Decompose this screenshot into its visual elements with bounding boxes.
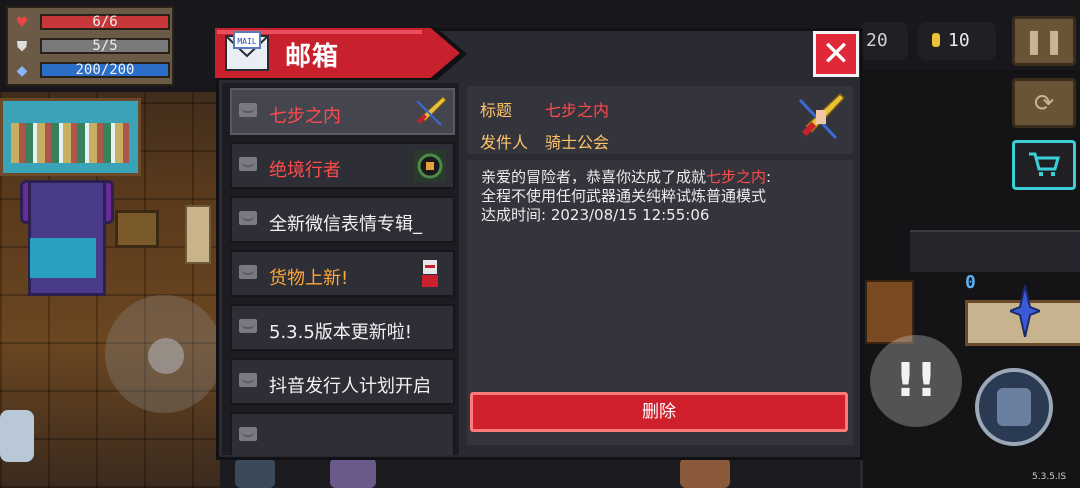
gold-count: 10	[948, 30, 970, 51]
body-line-2: 全程不使用任何武器通关纯粹试炼普通模式	[481, 187, 767, 205]
wooden-crate	[865, 280, 914, 344]
gem-count: 20	[866, 30, 888, 51]
hero-avatar	[997, 388, 1031, 426]
close-icon: ✕	[821, 34, 851, 74]
hp-bar: 6/6	[40, 14, 170, 30]
envelope-icon	[239, 103, 257, 117]
mail-item[interactable]: 绝境行者	[230, 142, 455, 189]
vending-machine-panel	[30, 238, 96, 278]
close-button[interactable]: ✕	[813, 31, 859, 77]
star-weapon-icon	[1010, 285, 1040, 337]
pet-creature	[0, 410, 34, 462]
heart-icon: ♥	[15, 15, 29, 31]
mail-item[interactable]: 七步之内	[230, 88, 455, 135]
mail-body-text: 亲爱的冒险者，恭喜你达成了成就七步之内: 全程不使用任何武器通关纯粹试炼普通模式…	[481, 168, 841, 225]
joystick-knob[interactable]	[148, 338, 184, 374]
dialog-title: 邮箱	[285, 42, 340, 72]
envelope-icon	[239, 373, 257, 387]
envelope-icon	[239, 427, 257, 441]
mail-item[interactable]: 5.3.5版本更新啦!	[230, 304, 455, 351]
envelope-icon	[239, 319, 257, 333]
diamond-icon: ◆	[16, 63, 28, 79]
title-label: 标题	[480, 101, 513, 120]
envelope-icon	[239, 157, 257, 171]
version-label: 5.3.5.IS	[1032, 472, 1067, 482]
envelope-icon	[239, 211, 257, 225]
shield-icon: ⛊	[16, 39, 28, 55]
body-line-1: 亲爱的冒险者，恭喜你达成了成就七步之内:	[481, 168, 772, 186]
sword-icon	[798, 92, 846, 140]
mail-item-label: 绝境行者	[269, 160, 341, 181]
treasure-chest	[115, 210, 159, 248]
sender-value: 骑士公会	[545, 133, 610, 152]
mail-item-label: 货物上新!	[269, 268, 349, 289]
character-sprite	[330, 458, 376, 488]
sender-label: 发件人	[480, 133, 529, 152]
cart-icon	[1029, 152, 1060, 176]
pause-icon: ❚❚	[1023, 27, 1065, 55]
achievement-name: 七步之内	[706, 168, 767, 186]
mail-item[interactable]: 货物上新!	[230, 250, 455, 297]
swap-icon: ⟳	[1033, 89, 1055, 117]
wall-poster	[0, 98, 141, 176]
mailbox-icon: MAIL	[225, 31, 269, 71]
svg-text:MAIL: MAIL	[237, 37, 256, 46]
mail-item[interactable]: 抖音发行人计划开启	[230, 358, 455, 405]
mail-item[interactable]: 全新微信表情专辑_	[230, 196, 455, 243]
sword-icon	[416, 96, 447, 126]
character-sprite	[235, 458, 275, 488]
energy-bar: 200/200	[40, 62, 170, 78]
attack-button[interactable]: !!	[870, 335, 962, 427]
stone-pillar	[185, 205, 211, 264]
character-sprite	[680, 458, 730, 488]
gem-counter: 20	[860, 22, 908, 60]
armor-bar: 5/5	[40, 38, 170, 54]
swap-weapon-button[interactable]: ⟳	[1012, 78, 1076, 128]
gold-counter: 10	[918, 22, 996, 60]
delete-button[interactable]: 删除	[470, 392, 848, 432]
mail-item-label: 七步之内	[269, 106, 341, 127]
body-line-3: 达成时间: 2023/08/15 12:55:06	[481, 206, 710, 224]
merchant-icon	[422, 260, 438, 287]
mail-item-label: 5.3.5版本更新啦!	[269, 322, 413, 343]
mail-list[interactable]: 七步之内 绝境行者 全新微信表情专辑_ 货物上新! 5.3.5版本更新啦! 抖音…	[222, 83, 459, 455]
status-panel: ♥ 6/6 ⛊ 5/5 ◆ 200/200	[6, 6, 174, 86]
weapon-slot-icon: 0	[965, 272, 976, 293]
mail-item-label: 全新微信表情专辑_	[269, 214, 422, 235]
shop-button[interactable]	[1012, 140, 1076, 190]
title-value: 七步之内	[545, 101, 610, 120]
right-room-band	[910, 230, 1080, 272]
pause-button[interactable]: ❚❚	[1012, 16, 1076, 66]
envelope-icon	[239, 265, 257, 279]
mail-item[interactable]	[230, 412, 455, 455]
skill-button[interactable]	[975, 368, 1053, 446]
mail-item-label: 抖音发行人计划开启	[269, 376, 431, 397]
gold-coin-icon	[932, 33, 940, 47]
portal-icon	[414, 150, 446, 182]
